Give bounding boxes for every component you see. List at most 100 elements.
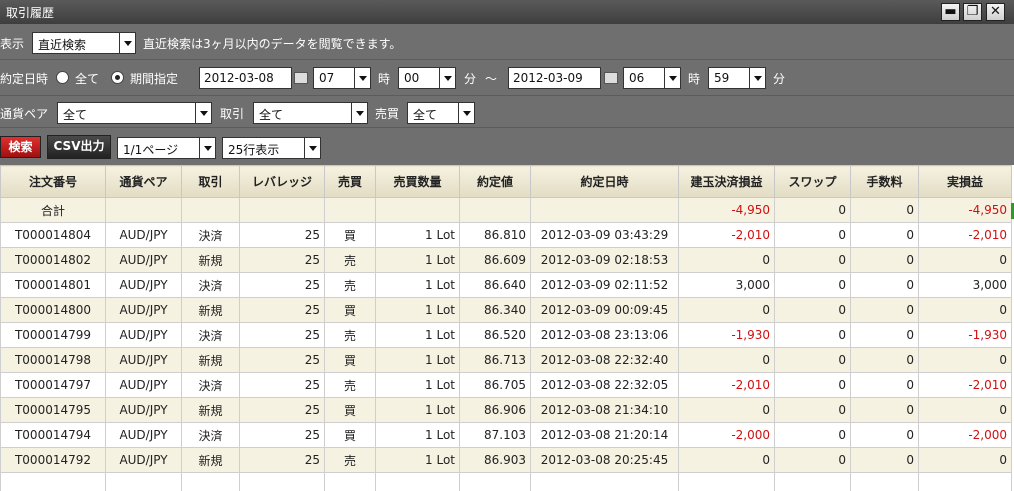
table-row[interactable]: T000014797 AUD/JPY 決済 25 売 1 Lot 86.705 2012-03… xyxy=(0,372,1012,398)
table-cell: 2012-03-08 21:34:10 xyxy=(530,397,679,423)
pair-select[interactable]: 全て xyxy=(57,102,212,124)
page-select[interactable]: 1/1ページ xyxy=(117,137,216,159)
table-cell: 2012-03-08 22:32:05 xyxy=(530,372,679,398)
column-header[interactable]: 手数料 xyxy=(850,165,919,198)
from-min-select[interactable]: 00 xyxy=(398,67,456,89)
table-cell: 86.640 xyxy=(459,272,531,298)
table-cell: T000014801 xyxy=(0,272,106,298)
column-header[interactable]: 売買数量 xyxy=(375,165,460,198)
chevron-down-icon xyxy=(199,138,215,158)
from-date-input[interactable]: 2012-03-08 xyxy=(199,67,292,89)
column-header[interactable]: 実損益 xyxy=(918,165,1012,198)
chevron-down-icon xyxy=(664,68,680,88)
trade-select[interactable]: 全て xyxy=(253,102,368,124)
table-cell: 0 xyxy=(850,297,919,323)
table-cell: 1 Lot xyxy=(375,422,460,448)
table-cell xyxy=(530,472,679,491)
radio-all[interactable] xyxy=(56,71,69,84)
table-cell: 0 xyxy=(850,422,919,448)
table-row[interactable]: T000014804 AUD/JPY 決済 25 買 1 Lot 86.810 2012-03… xyxy=(0,222,1012,248)
table-cell: -1,930 xyxy=(678,322,775,348)
table-row[interactable]: T000014799 AUD/JPY 決済 25 売 1 Lot 86.520 2012-03… xyxy=(0,322,1012,348)
side-select[interactable]: 全て xyxy=(407,102,475,124)
rows-per-page-select[interactable]: 25行表示 xyxy=(222,137,321,159)
table-cell: 25 xyxy=(239,422,325,448)
column-header[interactable]: 取引 xyxy=(181,165,240,198)
to-min-select[interactable]: 59 xyxy=(708,67,766,89)
trade-select-value: 全て xyxy=(259,108,284,122)
table-cell: 2012-03-08 22:32:40 xyxy=(530,347,679,373)
from-hour-select[interactable]: 07 xyxy=(313,67,371,89)
table-cell: 86.810 xyxy=(459,222,531,248)
table-cell xyxy=(530,197,679,223)
table-cell: AUD/JPY xyxy=(105,272,182,298)
to-hour-select[interactable]: 06 xyxy=(623,67,681,89)
table-cell: AUD/JPY xyxy=(105,422,182,448)
table-cell: 0 xyxy=(774,422,851,448)
table-row[interactable]: T000014798 AUD/JPY 新規 25 買 1 Lot 86.713 2012-03… xyxy=(0,347,1012,373)
column-header[interactable]: 約定値 xyxy=(459,165,531,198)
radio-period[interactable] xyxy=(111,71,124,84)
csv-export-button[interactable]: CSV出力 xyxy=(47,135,111,159)
display-label: 表示 xyxy=(0,37,25,51)
column-header[interactable]: 売買 xyxy=(324,165,376,198)
column-header[interactable]: 通貨ペア xyxy=(105,165,182,198)
table-row[interactable]: T000014792 AUD/JPY 新規 25 売 1 Lot 86.903 2012-03… xyxy=(0,447,1012,473)
column-header[interactable]: 注文番号 xyxy=(0,165,106,198)
chevron-down-icon xyxy=(354,68,370,88)
column-header[interactable]: 約定日時 xyxy=(530,165,679,198)
column-header[interactable]: スワップ xyxy=(774,165,851,198)
table-cell: -4,950 xyxy=(678,197,775,223)
table-cell: 25 xyxy=(239,347,325,373)
table-cell xyxy=(375,472,460,491)
range-tilde: ～ xyxy=(485,72,498,86)
display-row: 表示 直近検索 直近検索は3ヶ月以内のデータを閲覧できます。 xyxy=(0,24,1014,59)
chevron-down-icon xyxy=(351,103,367,123)
table-cell: 1 Lot xyxy=(375,297,460,323)
table-row[interactable]: T000014801 AUD/JPY 決済 25 売 1 Lot 86.640 2012-03… xyxy=(0,272,1012,298)
table-cell: 1 Lot xyxy=(375,347,460,373)
table-cell: T000014804 xyxy=(0,222,106,248)
table-cell: -2,010 xyxy=(918,222,1012,248)
table-row[interactable]: T000014795 AUD/JPY 新規 25 買 1 Lot 86.906 2012-03… xyxy=(0,397,1012,423)
table-cell: 86.520 xyxy=(459,322,531,348)
column-header[interactable]: 建玉決済損益 xyxy=(678,165,775,198)
table-row[interactable]: T000014802 AUD/JPY 新規 25 売 1 Lot 86.609 2012-03… xyxy=(0,247,1012,273)
table-cell: 25 xyxy=(239,372,325,398)
minimize-icon[interactable]: ▬ xyxy=(941,3,960,21)
total-row[interactable]: 合計 -4,950 0 0 -4,950 xyxy=(0,197,1012,223)
table-cell: 2012-03-08 20:25:45 xyxy=(530,447,679,473)
table-cell: 売 xyxy=(324,247,376,273)
table-row[interactable]: T000014800 AUD/JPY 新規 25 買 1 Lot 86.340 2012-03… xyxy=(0,297,1012,323)
table-cell: 0 xyxy=(918,297,1012,323)
calendar-icon[interactable] xyxy=(604,72,618,84)
table-cell: T000014800 xyxy=(0,297,106,323)
table-cell: 買 xyxy=(324,297,376,323)
column-header[interactable]: レバレッジ xyxy=(239,165,325,198)
calendar-icon[interactable] xyxy=(294,72,308,84)
restore-icon[interactable]: ❐ xyxy=(963,3,982,21)
to-date-input[interactable]: 2012-03-09 xyxy=(508,67,601,89)
table-cell: 0 xyxy=(850,347,919,373)
display-select[interactable]: 直近検索 xyxy=(32,32,136,54)
table-cell: 0 xyxy=(918,447,1012,473)
table-cell: 0 xyxy=(774,247,851,273)
search-button[interactable]: 検索 xyxy=(0,136,41,158)
close-icon[interactable]: ✕ xyxy=(986,3,1005,21)
table-cell: 2012-03-09 02:18:53 xyxy=(530,247,679,273)
hour-unit-label: 時 xyxy=(378,72,391,86)
table-cell xyxy=(324,197,376,223)
table-cell: 新規 xyxy=(181,297,240,323)
table-cell: 決済 xyxy=(181,222,240,248)
table-cell: 買 xyxy=(324,222,376,248)
table-cell: T000014802 xyxy=(0,247,106,273)
table-row[interactable]: T000014794 AUD/JPY 決済 25 買 1 Lot 87.103 2012-03… xyxy=(0,422,1012,448)
table-cell xyxy=(774,472,851,491)
table-cell: 決済 xyxy=(181,322,240,348)
table-cell xyxy=(375,197,460,223)
table-cell: 0 xyxy=(678,397,775,423)
table-cell: 25 xyxy=(239,247,325,273)
table-cell: 0 xyxy=(850,372,919,398)
table-cell xyxy=(239,472,325,491)
table-cell: 0 xyxy=(774,372,851,398)
